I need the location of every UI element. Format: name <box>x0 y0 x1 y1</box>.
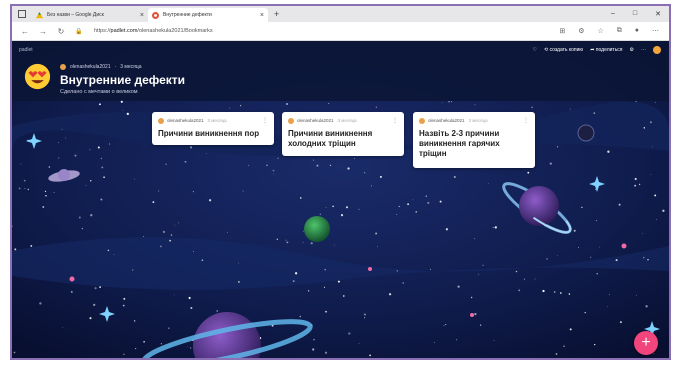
close-tab-icon[interactable]: × <box>140 12 144 19</box>
favorites-icon[interactable]: ☆ <box>597 27 603 35</box>
author-avatar <box>419 117 425 124</box>
close-tab-icon[interactable]: × <box>260 12 264 19</box>
reload-icon[interactable]: ↻ <box>56 27 66 36</box>
lock-icon: 🔒 <box>75 28 83 35</box>
padlet-icon <box>152 11 159 19</box>
page-title: Внутренние дефекти <box>60 73 186 87</box>
collections-icon[interactable]: ⧉ <box>617 27 622 35</box>
author-meta: olenashekula2021 · 3 месяца <box>60 64 185 70</box>
heart-icon[interactable]: ♡ <box>532 47 536 53</box>
more-options-icon[interactable]: ⋮ <box>392 117 398 124</box>
post-text: Причини виникнення пор <box>158 129 260 138</box>
share-button[interactable]: ➦ поделиться <box>590 47 622 53</box>
read-aloud-icon[interactable]: ⊞ <box>559 27 565 35</box>
post-card[interactable]: olenashekula2021 3 месяца ⋮ Причини вини… <box>152 112 274 145</box>
post-card[interactable]: olenashekula2021 3 месяца ⋮ Назвіть 2-3 … <box>413 112 535 168</box>
post-text: Причини виникнення холодних тріщин <box>288 129 373 148</box>
author-avatar <box>158 117 164 124</box>
post-card[interactable]: olenashekula2021 3 месяца ⋮ Причини вини… <box>282 112 404 156</box>
profile-icon[interactable]: ● <box>635 27 639 35</box>
remake-button[interactable]: ⟲ создать копию <box>544 47 583 53</box>
page-subtitle: Сделано с мечтами о великом <box>60 89 138 95</box>
more-icon[interactable]: ⋯ <box>641 47 646 53</box>
address-bar: ← → ↻ 🔒 https://padlet.com/olenashekula2… <box>12 22 669 41</box>
author-avatar <box>60 64 66 70</box>
google-drive-icon <box>36 11 43 19</box>
url-field[interactable]: https://padlet.com/olenashekula2021/Book… <box>94 28 213 34</box>
tab-google-drive[interactable]: Без назви – Google Диск × <box>32 8 148 22</box>
add-post-button[interactable]: + <box>634 331 658 355</box>
more-options-icon[interactable]: ⋮ <box>262 117 268 124</box>
more-icon[interactable]: ⋯ <box>652 27 659 35</box>
extensions-icon[interactable]: ⚙ <box>578 27 584 35</box>
padlet-logo[interactable]: padlet <box>19 47 33 53</box>
tab-actions-icon[interactable] <box>18 10 26 18</box>
author-avatar <box>288 117 294 124</box>
padlet-topbar: padlet ♡ ⟲ создать копию ➦ поделиться ⚙ … <box>12 43 669 57</box>
tab-bar: Без назви – Google Диск × Внутренние деф… <box>12 6 669 22</box>
minimize-button[interactable]: – <box>611 10 615 18</box>
post-text: Назвіть 2-3 причини виникнення гарячих т… <box>419 129 500 158</box>
padlet-page: padlet ♡ ⟲ создать копию ➦ поделиться ⚙ … <box>12 41 669 358</box>
heart-eyes-emoji-icon <box>24 63 51 90</box>
forward-icon[interactable]: → <box>38 27 48 36</box>
close-window-button[interactable]: ✕ <box>655 10 661 18</box>
tab-padlet[interactable]: Внутренние дефекти × <box>148 8 268 22</box>
padlet-header: olenashekula2021 · 3 месяца Внутренние д… <box>24 63 185 95</box>
back-icon[interactable]: ← <box>20 27 30 36</box>
maximize-button[interactable]: □ <box>633 10 637 18</box>
settings-icon[interactable]: ⚙ <box>630 47 634 53</box>
browser-window: Без назви – Google Диск × Внутренние деф… <box>10 4 671 360</box>
more-options-icon[interactable]: ⋮ <box>523 117 529 124</box>
new-tab-button[interactable]: + <box>274 9 279 19</box>
user-avatar[interactable] <box>653 46 661 54</box>
